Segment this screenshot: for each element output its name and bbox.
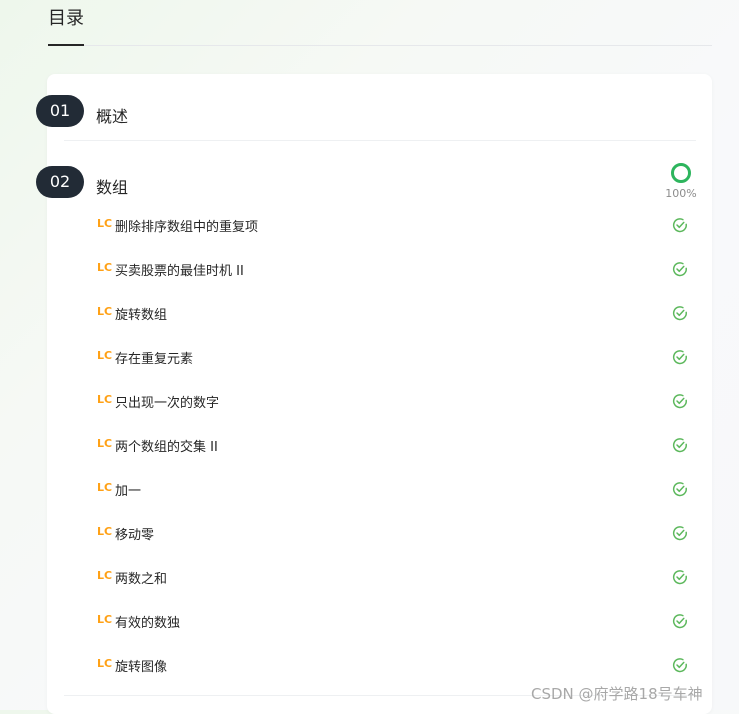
problem-item[interactable]: LC 旋转图像 <box>97 655 697 675</box>
lc-tag: LC <box>97 261 113 274</box>
check-circle-icon <box>672 526 687 541</box>
problem-item[interactable]: LC 存在重复元素 <box>97 347 697 367</box>
problem-item[interactable]: LC 删除排序数组中的重复项 <box>97 215 697 235</box>
toc-title-underline <box>48 44 84 46</box>
problem-title[interactable]: 买卖股票的最佳时机 II <box>115 260 244 279</box>
problem-title[interactable]: 有效的数独 <box>115 612 180 631</box>
lc-tag: LC <box>97 305 113 318</box>
problem-title[interactable]: 只出现一次的数字 <box>115 392 219 411</box>
problem-item[interactable]: LC 买卖股票的最佳时机 II <box>97 259 697 279</box>
lc-tag: LC <box>97 349 113 362</box>
problem-title[interactable]: 删除排序数组中的重复项 <box>115 216 258 235</box>
check-circle-icon <box>672 614 687 629</box>
chapter-title-array[interactable]: 数组 <box>96 174 128 198</box>
lc-tag: LC <box>97 569 113 582</box>
progress-label: 100% <box>665 187 697 200</box>
problem-title[interactable]: 两数之和 <box>115 568 167 587</box>
chapter-title-overview[interactable]: 概述 <box>96 103 128 127</box>
check-circle-icon <box>672 306 687 321</box>
problem-title[interactable]: 加一 <box>115 480 141 499</box>
watermark: CSDN @府学路18号车神 <box>531 685 703 703</box>
problem-title[interactable]: 移动零 <box>115 524 154 543</box>
problem-title[interactable]: 旋转数组 <box>115 304 167 323</box>
lc-tag: LC <box>97 393 113 406</box>
problem-title[interactable]: 两个数组的交集 II <box>115 436 218 455</box>
problem-item[interactable]: LC 旋转数组 <box>97 303 697 323</box>
chapter-progress: 100% <box>664 160 698 200</box>
chapter-number-badge: 01 <box>36 95 84 127</box>
problem-item[interactable]: LC 移动零 <box>97 523 697 543</box>
check-circle-icon <box>672 570 687 585</box>
problem-item[interactable]: LC 两个数组的交集 II <box>97 435 697 455</box>
check-circle-icon <box>672 218 687 233</box>
problem-item[interactable]: LC 两数之和 <box>97 567 697 587</box>
check-circle-icon <box>672 658 687 673</box>
toc-header: 目录 <box>48 0 712 46</box>
progress-ring-icon <box>671 163 691 183</box>
toc-title: 目录 <box>48 8 84 29</box>
lc-tag: LC <box>97 613 113 626</box>
problem-item[interactable]: LC 有效的数独 <box>97 611 697 631</box>
chapter-number-badge: 02 <box>36 166 84 198</box>
check-circle-icon <box>672 438 687 453</box>
chapter-divider <box>64 140 696 141</box>
problem-item[interactable]: LC 加一 <box>97 479 697 499</box>
lc-tag: LC <box>97 657 113 670</box>
problem-item[interactable]: LC 只出现一次的数字 <box>97 391 697 411</box>
check-circle-icon <box>672 350 687 365</box>
lc-tag: LC <box>97 217 113 230</box>
check-circle-icon <box>672 482 687 497</box>
lc-tag: LC <box>97 437 113 450</box>
check-circle-icon <box>672 262 687 277</box>
problem-title[interactable]: 存在重复元素 <box>115 348 193 367</box>
lc-tag: LC <box>97 525 113 538</box>
check-circle-icon <box>672 394 687 409</box>
lc-tag: LC <box>97 481 113 494</box>
problem-title[interactable]: 旋转图像 <box>115 656 167 675</box>
